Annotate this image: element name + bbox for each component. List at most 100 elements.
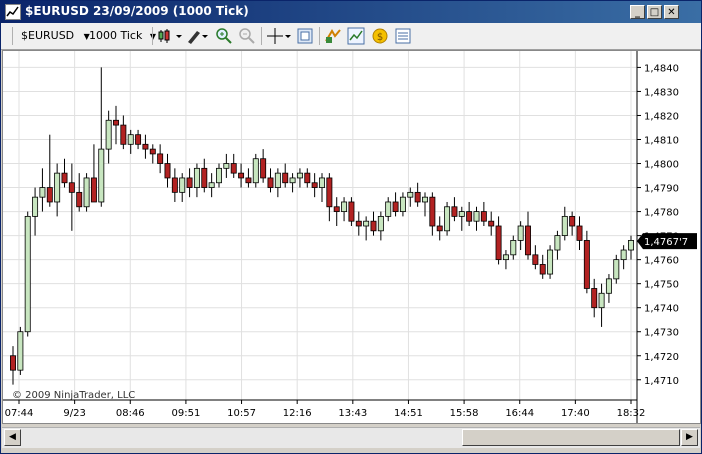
scroll-thumb[interactable] [462, 429, 680, 446]
horizontal-scrollbar[interactable]: ◀ ▶ [2, 427, 700, 448]
zoom-in-icon[interactable] [215, 27, 233, 45]
candle [539, 254, 546, 279]
candle-body-down [429, 196, 436, 227]
candle-body-down [186, 177, 193, 188]
title-bar[interactable]: $EURUSD 23/09/2009 (1000 Tick) _ □ ✕ [1, 1, 701, 23]
candle-body-up [274, 172, 281, 188]
candle [127, 129, 134, 154]
candle-body-down [46, 187, 53, 203]
candle-body-up [83, 177, 90, 208]
x-tick-label: 15:58 [450, 408, 479, 419]
candle [17, 326, 24, 375]
interval-selector[interactable]: 1000 Tick ▼ [89, 27, 156, 45]
interval-label: 1000 Tick [89, 29, 143, 42]
candle [341, 197, 348, 222]
candle-body-down [120, 124, 127, 145]
x-tick-label: 9/23 [63, 408, 85, 419]
candle [179, 173, 186, 202]
strategies-icon[interactable] [324, 27, 342, 45]
y-tick-label: 1,4710 [644, 376, 679, 387]
scroll-right-button[interactable]: ▶ [681, 429, 698, 446]
order-icon[interactable]: $ [371, 27, 389, 45]
candle-body-up [289, 177, 296, 184]
candle-body-up [179, 177, 186, 193]
candle-body-up [561, 215, 568, 237]
candle [120, 115, 127, 150]
candle [274, 168, 281, 198]
candle [83, 173, 90, 212]
candle [620, 245, 627, 270]
candle [326, 173, 333, 222]
candle [355, 211, 362, 236]
candle-body-up [510, 240, 517, 256]
maximize-button[interactable]: □ [647, 5, 662, 19]
candle-body-up [54, 172, 61, 203]
toolbar-separator [261, 27, 262, 45]
price-chart[interactable]: 1,4710 1,4720 1,4730 1,4740 1,4750 1,4760 1,47… [3, 51, 700, 423]
x-tick-label: 08:46 [116, 408, 145, 419]
minimize-button[interactable]: _ [630, 5, 645, 19]
crosshair-icon[interactable] [266, 27, 292, 45]
candle [223, 153, 230, 178]
y-tick-label: 1,4790 [644, 184, 679, 195]
candle-body-down [392, 201, 399, 212]
instrument-selector[interactable]: $EURUSD ▼ [21, 27, 90, 45]
data-box-icon[interactable] [296, 27, 314, 45]
close-button[interactable]: ✕ [664, 5, 679, 19]
candle-body-down [230, 163, 237, 174]
candle [363, 216, 370, 241]
candle [583, 230, 590, 294]
candle-body-up [105, 119, 112, 150]
candle-body-down [260, 158, 267, 179]
candle [495, 216, 502, 265]
candle [296, 168, 303, 188]
candle [24, 211, 31, 337]
svg-text:$: $ [377, 32, 383, 43]
candle [591, 278, 598, 318]
toolbar-grip [12, 27, 13, 45]
candle [32, 187, 39, 236]
zoom-out-icon[interactable] [238, 27, 256, 45]
candle [399, 192, 406, 217]
candle-body-down [488, 220, 495, 227]
candle-body-down [201, 167, 208, 188]
candle-body-up [399, 196, 406, 212]
candle-body-up [473, 211, 480, 222]
chart-panel[interactable]: 1,4710 1,4720 1,4730 1,4740 1,4750 1,4760 1,47… [2, 50, 701, 424]
properties-icon[interactable] [394, 27, 412, 45]
x-tick-label: 10:57 [227, 408, 256, 419]
candle [319, 173, 325, 202]
candle [385, 197, 392, 222]
candle-body-down [525, 225, 531, 256]
candle [135, 129, 142, 150]
y-tick-label: 1,4800 [644, 160, 679, 171]
candle [90, 144, 97, 203]
candle [230, 153, 237, 178]
candle-body-up [24, 215, 31, 333]
candle-body-up [98, 148, 105, 203]
scroll-left-button[interactable]: ◀ [4, 429, 21, 446]
candle-body-up [363, 220, 370, 227]
candle [436, 216, 443, 241]
candle [208, 173, 215, 198]
candle-body-up [628, 240, 634, 251]
indicators-icon[interactable] [347, 27, 365, 45]
candle [333, 197, 340, 226]
app-chart-icon [5, 4, 21, 20]
candle [311, 173, 318, 198]
candle-body-down [583, 240, 590, 289]
x-tick-label: 12:16 [283, 408, 312, 419]
candle [76, 173, 83, 212]
candle-body-up [296, 172, 303, 179]
x-tick-label: 14:51 [394, 408, 423, 419]
y-tick-label: 1,4740 [644, 304, 679, 315]
candle-body-up [517, 225, 524, 241]
bar-type-icon[interactable] [157, 27, 183, 45]
candle-body-up [193, 167, 200, 188]
candle-body-down [591, 288, 598, 309]
instrument-label: $EURUSD [21, 29, 75, 42]
candle-body-up [17, 331, 24, 371]
drawing-pencil-icon[interactable] [185, 27, 209, 45]
candle [157, 144, 164, 174]
candle [267, 168, 274, 193]
